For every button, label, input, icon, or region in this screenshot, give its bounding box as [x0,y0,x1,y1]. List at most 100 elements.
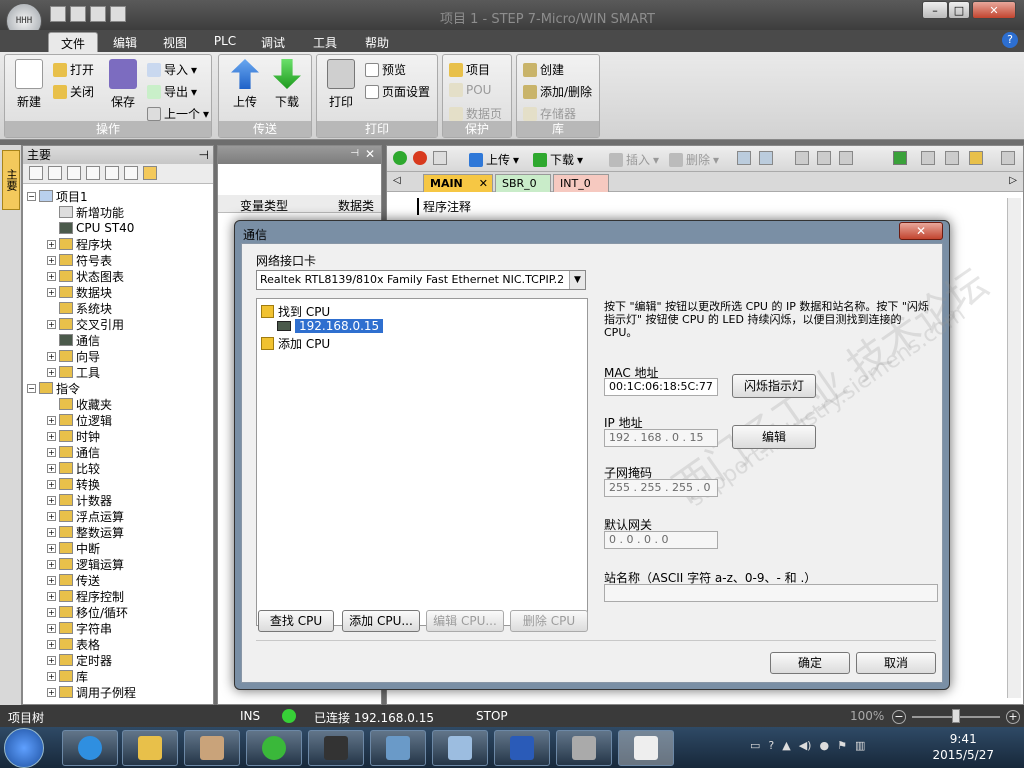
close-button[interactable]: ✕ [972,1,1016,19]
tree-item[interactable]: + 定时器 [47,652,112,668]
expand-icon[interactable]: + [47,671,56,681]
expand-icon[interactable]: + [47,623,56,633]
view-icon-4[interactable] [86,166,100,180]
open-folder-icon[interactable] [70,6,86,22]
tree-item[interactable]: − 指令 [27,380,80,396]
expand-icon[interactable]: + [47,367,56,377]
expand-icon[interactable]: + [47,511,56,521]
tab-int0[interactable]: INT_0 [553,174,609,192]
program-comment[interactable]: 程序注释 [417,198,471,215]
scroll-left-icon[interactable]: ◁ [393,175,401,186]
zoom-slider-thumb[interactable] [952,709,960,723]
taskbar-app5[interactable] [432,730,488,766]
view-icon-3[interactable] [67,166,81,180]
editor-download-button[interactable]: 下载 ▾ [533,151,583,168]
tree-item[interactable]: + 数据块 [47,284,112,300]
tree-item[interactable]: + 逻辑运算 [47,556,124,572]
blink-led-button[interactable]: 闪烁指示灯 [732,374,816,398]
lock-icon[interactable] [921,151,935,165]
tree-item[interactable]: + 传送 [47,572,100,588]
tree-item[interactable]: + 向导 [47,348,100,364]
tree-item[interactable]: + 时钟 [47,428,100,444]
network-icon[interactable] [737,151,751,165]
taskbar-app2[interactable] [246,730,302,766]
close-icon[interactable]: ✕ [365,147,375,161]
tree-item[interactable]: 收藏夹 [47,396,112,412]
export-button[interactable]: 导出 ▾ [147,83,197,100]
expand-icon[interactable]: + [47,239,56,249]
tree-item[interactable]: + 比较 [47,460,100,476]
taskbar-word[interactable] [494,730,550,766]
flag-icon[interactable]: ⚑ [837,739,847,752]
qq-icon[interactable]: ● [819,739,829,752]
tree-item[interactable]: + 调用子例程 [47,684,136,700]
view-icon-7[interactable] [143,166,157,180]
expand-icon[interactable]: + [47,463,56,473]
tree-item[interactable]: + 计数器 [47,492,112,508]
print-button[interactable]: 打印 [321,59,361,110]
scroll-right-icon[interactable]: ▷ [1009,175,1017,186]
tree-item[interactable]: + 转换 [47,476,100,492]
edit-cpu-button[interactable]: 编辑 CPU... [426,610,504,632]
taskbar-app4[interactable] [370,730,426,766]
tree-item[interactable]: + 交叉引用 [47,316,124,332]
save-button[interactable]: 保存 [103,59,143,110]
station-name-field[interactable] [604,584,938,602]
more-icon[interactable] [1001,151,1015,165]
save-icon[interactable] [90,6,106,22]
expand-icon[interactable]: + [47,687,56,697]
import-button[interactable]: 导入 ▾ [147,61,197,78]
expand-icon[interactable]: − [27,191,36,201]
tree-item[interactable]: CPU ST40 [47,220,134,236]
view-icon-1[interactable] [29,166,43,180]
tree-item[interactable]: + 位逻辑 [47,412,112,428]
expand-icon[interactable]: + [47,591,56,601]
delete-cpu-button[interactable]: 删除 CPU [510,610,588,632]
view-icon-5[interactable] [105,166,119,180]
close-icon[interactable]: ✕ [479,177,488,190]
tree-item[interactable]: + 整数运算 [47,524,124,540]
run-icon[interactable] [393,151,407,165]
tree-item[interactable]: + 库 [47,668,88,684]
dropdown-arrow-icon[interactable]: ▼ [569,271,585,289]
zoom-in-icon[interactable]: + [1006,710,1020,724]
add-delete-library-button[interactable]: 添加/删除 [523,83,592,100]
lock-icon-3[interactable] [969,151,983,165]
download-button[interactable]: 下载 [267,59,307,110]
preview-button[interactable]: 预览 [365,61,406,78]
editor-delete-button[interactable]: 删除 ▾ [669,151,719,168]
tree-item[interactable]: 新增功能 [47,204,124,220]
keyboard-icon[interactable]: ▭ [750,739,760,752]
taskbar-microwin[interactable] [618,730,674,766]
expand-icon[interactable]: + [47,271,56,281]
tab-plc[interactable]: PLC [200,32,250,52]
nic-select[interactable]: Realtek RTL8139/810x Family Fast Etherne… [256,270,586,290]
expand-icon[interactable]: + [47,495,56,505]
clock[interactable]: 9:41 2015/5/27 [932,731,994,763]
expand-icon[interactable]: + [47,607,56,617]
taskbar-app6[interactable] [556,730,612,766]
pin-icon[interactable]: ⊣ [199,146,209,164]
ok-button[interactable]: 确定 [770,652,850,674]
go-icon[interactable] [893,151,907,165]
pou-protect-button[interactable]: POU [449,83,491,97]
taskbar-explorer[interactable] [122,730,178,766]
tab-help[interactable]: 帮助 [352,32,402,52]
upload-button[interactable]: 上传 [225,59,265,110]
tab-file[interactable]: 文件 [48,32,98,52]
editor-scrollbar[interactable] [1007,198,1021,698]
expand-icon[interactable]: + [47,559,56,569]
expand-icon[interactable]: + [47,415,56,425]
tree-item[interactable]: + 符号表 [47,252,112,268]
tree-add-cpu[interactable]: 添加 CPU [261,335,330,352]
tree-found-cpu[interactable]: 找到 CPU [261,303,330,320]
tree-item[interactable]: + 通信 [47,444,100,460]
tree-item[interactable]: + 状态图表 [47,268,124,284]
volume-icon[interactable]: ◀) [799,739,812,752]
zoom-out-icon[interactable]: − [892,710,906,724]
edit-ip-button[interactable]: 编辑 [732,425,816,449]
start-button[interactable] [4,728,44,768]
add-cpu-button[interactable]: 添加 CPU... [342,610,420,632]
coil-icon[interactable] [817,151,831,165]
tab-view[interactable]: 视图 [150,32,200,52]
